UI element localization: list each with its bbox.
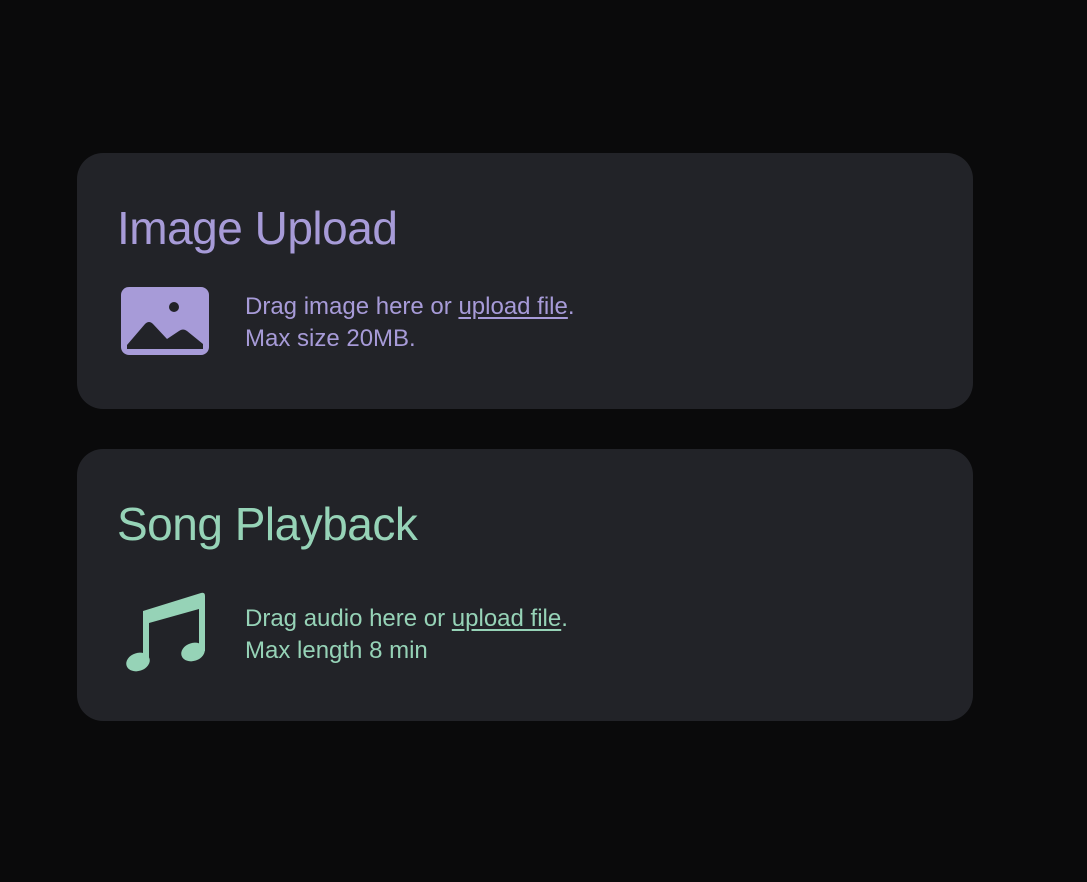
song-drag-line: Drag audio here or upload file. xyxy=(245,603,568,635)
image-upload-description: Drag image here or upload file. Max size… xyxy=(245,291,575,355)
image-icon xyxy=(121,287,209,355)
song-drag-text: Drag audio here or xyxy=(245,605,452,632)
image-max-size-text: Max size 20MB. xyxy=(245,325,416,352)
image-drag-period: . xyxy=(567,293,575,320)
image-upload-title: Image Upload xyxy=(117,202,398,254)
song-playback-card[interactable]: Song Playback Drag audio here or upload … xyxy=(77,449,973,721)
image-drag-line: Drag image here or upload file. xyxy=(245,291,575,323)
image-upload-card[interactable]: Image Upload Drag image here or upload f… xyxy=(77,153,973,409)
song-upload-file-link[interactable]: upload file xyxy=(452,605,561,632)
song-playback-description: Drag audio here or upload file. Max leng… xyxy=(245,603,568,667)
song-max-length-text: Max length 8 min xyxy=(245,637,428,664)
song-playback-title: Song Playback xyxy=(117,498,418,550)
music-note-icon xyxy=(126,592,205,672)
image-drag-text: Drag image here or xyxy=(245,293,459,320)
song-drag-period: . xyxy=(561,605,568,632)
image-upload-file-link[interactable]: upload file xyxy=(458,293,567,320)
